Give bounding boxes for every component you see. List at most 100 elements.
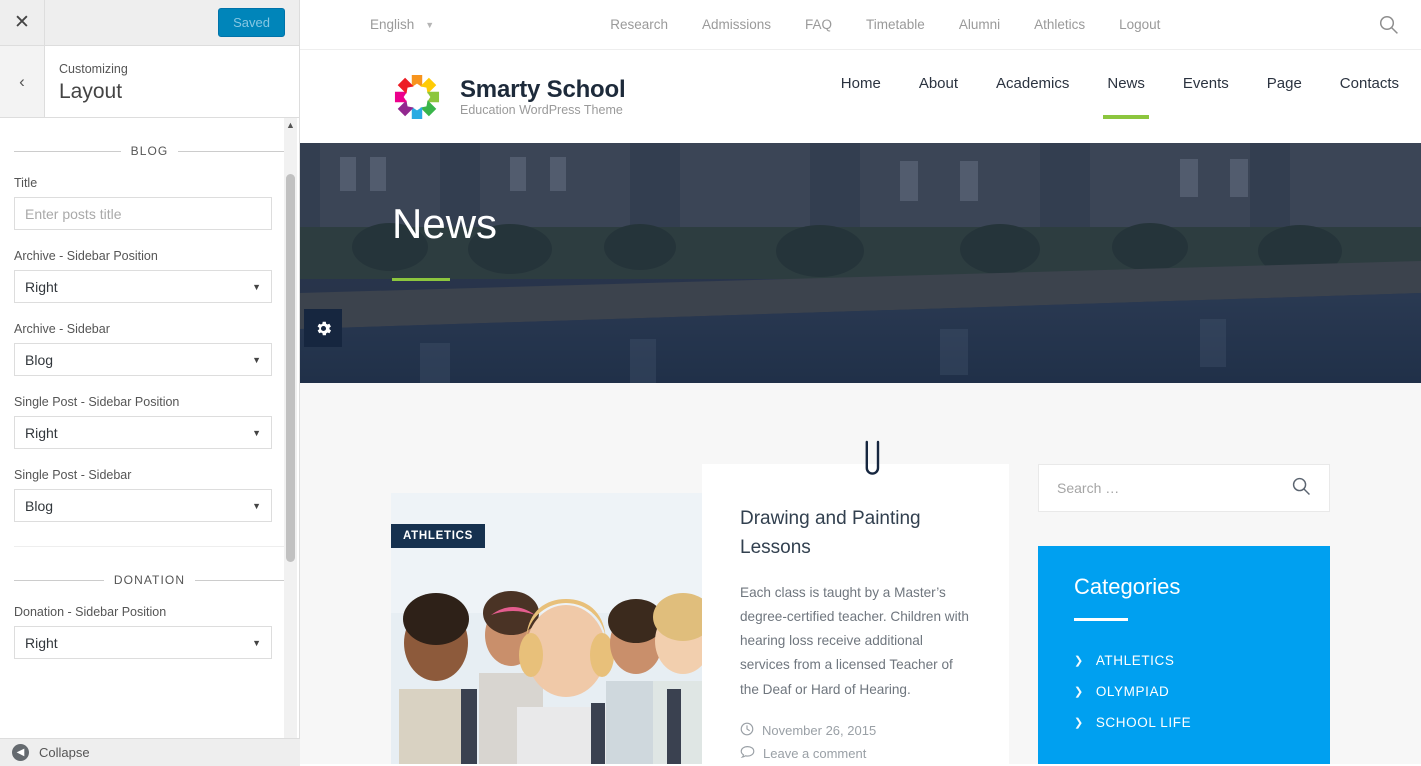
site-logo[interactable]: Smarty School Education WordPress Theme [388, 68, 626, 126]
chevron-down-icon: ▼ [252, 500, 261, 511]
nav-item-about[interactable]: About [919, 75, 958, 119]
site-preview: English ▼ Research Admissions FAQ Timeta… [300, 0, 1421, 766]
section-title: DONATION [113, 573, 186, 587]
categories-title: Categories [1074, 574, 1181, 599]
language-label: English [370, 17, 415, 32]
nav-item-contacts[interactable]: Contacts [1340, 75, 1399, 119]
field-archive-sidebar: Archive - Sidebar Blog ▼ [14, 322, 285, 376]
archive-sidebar-select[interactable]: Blog ▼ [14, 343, 272, 376]
topbar-link-faq[interactable]: FAQ [805, 17, 832, 32]
comment-bubble-icon [740, 745, 755, 762]
main-nav: Home About Academics News Events Page Co… [841, 75, 1399, 119]
sidebar-scrollbar[interactable]: ▲ ▼ [284, 118, 297, 766]
post-comments-label: Leave a comment [763, 745, 867, 761]
topbar-link-logout[interactable]: Logout [1119, 17, 1160, 32]
category-item-olympiad[interactable]: ❯ OLYMPIAD [1074, 676, 1294, 707]
field-label: Archive - Sidebar [14, 322, 110, 336]
paperclip-icon [860, 438, 886, 487]
topbar-link-timetable[interactable]: Timetable [866, 17, 925, 32]
customizer-controls: BLOG Title Archive - Sidebar Position Ri… [0, 118, 299, 766]
brand-text: Smarty School Education WordPress Theme [460, 75, 626, 118]
pinwheel-logo-icon [394, 74, 440, 119]
post-meta: November 26, 2015 Leave a comment [740, 722, 971, 762]
nav-item-events[interactable]: Events [1183, 75, 1229, 119]
back-chevron-icon[interactable]: ‹ [0, 46, 45, 117]
topbar-link-athletics[interactable]: Athletics [1034, 17, 1085, 32]
field-archive-sidebar-position: Archive - Sidebar Position Right ▼ [14, 249, 285, 303]
field-single-post-sidebar: Single Post - Sidebar Blog ▼ [14, 468, 285, 522]
post-thumbnail[interactable]: ATHLETICS [391, 493, 702, 764]
posts-title-input[interactable] [14, 197, 272, 230]
field-label: Archive - Sidebar Position [14, 249, 158, 263]
post-excerpt: Each class is taught by a Master’s degre… [740, 584, 969, 697]
topbar-link-research[interactable]: Research [610, 17, 668, 32]
divider-right [195, 579, 285, 581]
nav-item-academics[interactable]: Academics [996, 75, 1069, 119]
category-label: OLYMPIAD [1095, 684, 1170, 699]
site-masthead: Smarty School Education WordPress Theme … [300, 50, 1421, 143]
gear-icon[interactable] [304, 309, 342, 347]
save-button[interactable]: Saved [218, 8, 285, 37]
site-tagline: Education WordPress Theme [460, 103, 623, 118]
page-title: News [392, 200, 498, 247]
content-area: ATHLETICS Drawing and Painting Lessons E… [300, 383, 1421, 764]
category-item-school-life[interactable]: ❯ SCHOOL LIFE [1074, 707, 1294, 738]
field-donation-sidebar-position: Donation - Sidebar Position Right ▼ [14, 605, 285, 659]
select-value: Right [25, 634, 58, 651]
category-item-athletics[interactable]: ❯ ATHLETICS [1074, 645, 1294, 676]
post-date-label: November 26, 2015 [762, 722, 877, 738]
search-icon[interactable] [1378, 14, 1399, 35]
nav-item-news[interactable]: News [1107, 75, 1145, 119]
scrollbar-thumb[interactable] [286, 174, 295, 562]
field-title: Title [14, 176, 285, 230]
search-input[interactable] [1057, 480, 1291, 496]
customizer-sidebar: ✕ Saved ‹ Customizing Layout BLOG Title [0, 0, 300, 766]
clock-icon [740, 722, 754, 739]
widget-underline [1074, 618, 1128, 621]
collapse-button[interactable]: ◀ Collapse [0, 738, 300, 766]
select-value: Blog [25, 497, 54, 514]
site-title: Smarty School [460, 75, 626, 103]
archive-sidebar-position-select[interactable]: Right ▼ [14, 270, 272, 303]
post-comments[interactable]: Leave a comment [740, 745, 866, 762]
chevron-down-icon: ▼ [252, 281, 261, 292]
content-inner: ATHLETICS Drawing and Painting Lessons E… [300, 383, 1421, 764]
customizing-kicker: Customizing [59, 62, 128, 76]
nav-item-page[interactable]: Page [1267, 75, 1302, 119]
site-topbar: English ▼ Research Admissions FAQ Timeta… [300, 0, 1421, 50]
section-divider [14, 546, 285, 547]
nav-item-home[interactable]: Home [841, 75, 881, 119]
hero-banner: News [300, 143, 1421, 383]
section-heading-donation: DONATION [14, 573, 285, 587]
field-single-post-sidebar-position: Single Post - Sidebar Position Right ▼ [14, 395, 285, 449]
chevron-right-icon: ❯ [1074, 686, 1084, 698]
category-badge[interactable]: ATHLETICS [391, 524, 485, 548]
collapse-label: Collapse [39, 745, 90, 760]
chevron-right-icon: ❯ [1074, 717, 1084, 729]
divider-left [14, 579, 104, 581]
search-icon[interactable] [1291, 476, 1311, 501]
search-widget[interactable] [1038, 464, 1330, 512]
select-value: Blog [25, 351, 54, 368]
post-card: Drawing and Painting Lessons Each class … [702, 464, 1009, 764]
customizer-app: ✕ Saved ‹ Customizing Layout BLOG Title [0, 0, 1421, 766]
hero-content: News [392, 203, 497, 281]
section-title: BLOG [130, 144, 169, 158]
post-title[interactable]: Drawing and Painting Lessons [740, 504, 971, 563]
chevron-down-icon: ▼ [252, 637, 261, 648]
select-value: Right [25, 278, 58, 295]
single-post-sidebar-select[interactable]: Blog ▼ [14, 489, 272, 522]
hero-underline [392, 278, 450, 281]
topbar-link-admissions[interactable]: Admissions [702, 17, 771, 32]
single-post-sidebar-position-select[interactable]: Right ▼ [14, 416, 272, 449]
chevron-down-icon: ▼ [425, 19, 435, 30]
customizer-panel-header: ‹ Customizing Layout [0, 46, 299, 118]
topbar-link-alumni[interactable]: Alumni [959, 17, 1000, 32]
donation-sidebar-position-select[interactable]: Right ▼ [14, 626, 272, 659]
close-icon[interactable]: ✕ [0, 0, 45, 45]
select-value: Right [25, 424, 58, 441]
scroll-up-arrow-icon[interactable]: ▲ [285, 120, 296, 130]
field-label: Title [14, 176, 38, 190]
language-switcher[interactable]: English ▼ [370, 17, 434, 32]
chevron-right-icon: ❯ [1074, 655, 1084, 667]
